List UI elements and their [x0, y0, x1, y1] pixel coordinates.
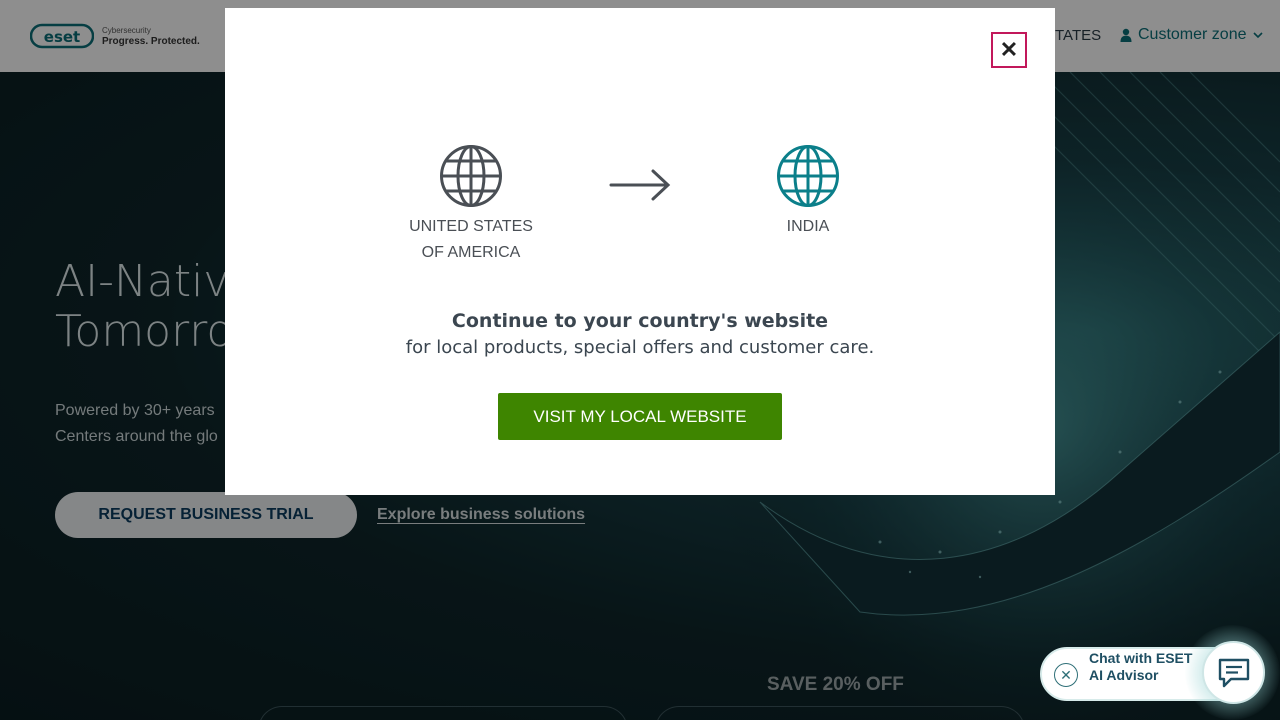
chat-label: Chat with ESET AI Advisor: [1089, 650, 1193, 683]
chat-close-button[interactable]: ✕: [1054, 663, 1078, 687]
local-country: INDIA: [728, 144, 888, 240]
local-country-name: INDIA: [786, 218, 830, 235]
close-button[interactable]: ✕: [991, 32, 1027, 68]
current-country-line2: OF AMERICA: [421, 244, 521, 261]
current-country: UNITED STATES OF AMERICA: [391, 144, 551, 266]
chat-launcher-button[interactable]: [1202, 641, 1265, 704]
current-country-line1: UNITED STATES: [409, 218, 533, 235]
visit-local-website-button[interactable]: VISIT MY LOCAL WEBSITE: [498, 393, 782, 440]
chat-bubble-icon: [1218, 658, 1249, 687]
arrow-right-icon: [609, 169, 671, 201]
modal-subtext: for local products, special offers and c…: [405, 337, 875, 358]
modal-heading: Continue to your country's website: [451, 310, 829, 332]
close-icon: ✕: [999, 37, 1019, 62]
close-icon: ✕: [1060, 666, 1072, 683]
globe-icon: [440, 145, 502, 207]
globe-icon: [777, 145, 839, 207]
country-redirect-modal: ✕ UNITED STATES OF AMERICA INDIA Continu…: [225, 8, 1055, 495]
